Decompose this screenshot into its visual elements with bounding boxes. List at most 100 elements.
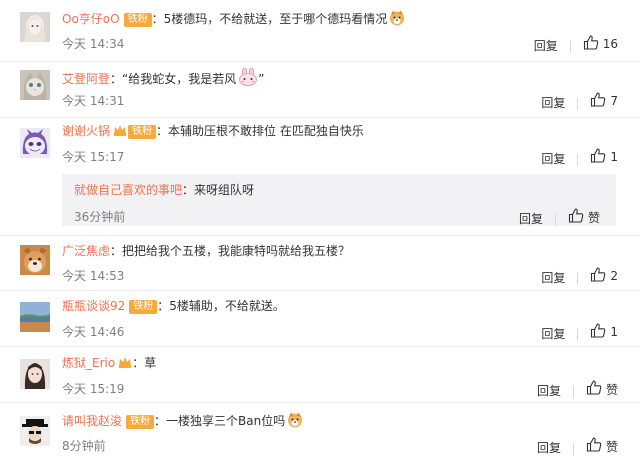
comment-content: 艾登阿登：“给我蛇女，我是若风” — [62, 67, 265, 90]
reply-button[interactable]: 回复 — [537, 382, 561, 399]
reply-button[interactable]: 回复 — [541, 269, 565, 286]
divider — [0, 117, 640, 118]
like-label: 赞 — [587, 210, 600, 225]
comment-actions: 回复 16 — [534, 35, 618, 54]
divider — [577, 272, 579, 285]
divider — [0, 61, 640, 62]
like-count: 1 — [610, 325, 618, 339]
comment-text: 草 — [144, 356, 157, 370]
comment-actions: 回复 赞 — [537, 380, 618, 399]
comment-text: “给我蛇女，我是若风 — [122, 72, 237, 86]
divider — [554, 213, 556, 226]
username[interactable]: 请叫我赵浚 — [62, 414, 122, 428]
comment-time: 今天 14:31 — [62, 94, 125, 108]
comment-time: 今天 15:17 — [62, 150, 125, 164]
comment-content: 炼狱_Erio ：草 — [62, 355, 156, 373]
divider — [572, 385, 574, 398]
avatar[interactable] — [20, 12, 50, 42]
avatar[interactable] — [20, 245, 50, 275]
thumbs-up-icon — [590, 267, 606, 285]
avatar[interactable] — [20, 302, 50, 332]
like-button[interactable]: 赞 — [586, 380, 618, 398]
comment-content: Oo亨仔oO 铁粉 ：5楼德玛，不给就送，至于哪个德玛看情况 — [62, 10, 405, 30]
comment-actions: 回复 1 — [541, 323, 618, 342]
divider — [572, 442, 574, 455]
rabbit-emoji-icon — [238, 67, 258, 90]
like-count: 16 — [602, 37, 618, 51]
divider — [577, 97, 579, 110]
comment-content: 谢谢火锅 铁粉 ：本辅助压根不敢排位 在匹配独自快乐 — [62, 123, 364, 141]
sub-reply-text: 来呀组队呀 — [194, 183, 255, 197]
username[interactable]: Oo亨仔oO — [62, 12, 120, 26]
username[interactable]: 广泛焦虑 — [62, 244, 110, 258]
reply-button[interactable]: 回复 — [537, 439, 561, 456]
reply-button[interactable]: 回复 — [534, 37, 558, 54]
comment-content: 请叫我赵浚 铁粉 ：一楼独享三个Ban位吗 — [62, 412, 303, 432]
divider — [569, 40, 571, 53]
comment-actions: 回复 2 — [541, 267, 618, 286]
thumbs-up-icon — [583, 35, 599, 53]
thumbs-up-icon — [590, 323, 606, 341]
reply-button[interactable]: 回复 — [541, 325, 565, 342]
username[interactable]: 谢谢火锅 — [62, 124, 110, 138]
username[interactable]: 炼狱_Erio — [62, 356, 115, 370]
like-button[interactable]: 赞 — [586, 437, 618, 455]
thumbs-up-icon — [586, 437, 602, 455]
comment-time: 今天 14:46 — [62, 325, 125, 339]
fan-badge[interactable]: 铁粉 — [126, 415, 155, 429]
fan-badge[interactable]: 铁粉 — [129, 300, 158, 314]
thumbs-up-icon — [568, 208, 584, 226]
sub-reply-content: 就做自己喜欢的事吧：来呀组队呀 — [74, 183, 255, 197]
username[interactable]: 瓶瓶谈谈92 — [62, 299, 125, 313]
avatar[interactable] — [20, 416, 50, 446]
reply-button[interactable]: 回复 — [541, 94, 565, 111]
like-label: 赞 — [605, 382, 618, 397]
like-button[interactable]: 7 — [590, 92, 618, 110]
sub-reply-time: 36分钟前 — [74, 210, 126, 224]
comment-text: 一楼独享三个Ban位吗 — [166, 414, 286, 428]
like-button[interactable]: 赞 — [568, 208, 600, 226]
crown-icon[interactable] — [113, 123, 127, 141]
comment-actions: 回复 7 — [541, 92, 618, 111]
thumbs-up-icon — [590, 92, 606, 110]
comment-actions: 回复 1 — [541, 148, 618, 167]
username[interactable]: 艾登阿登 — [62, 72, 110, 86]
comment-time: 今天 14:53 — [62, 269, 125, 283]
divider — [0, 402, 640, 403]
like-button[interactable]: 1 — [590, 148, 618, 166]
comment-time: 今天 14:34 — [62, 37, 125, 51]
divider — [0, 346, 640, 347]
thumbs-up-icon — [590, 148, 606, 166]
sub-reply: 就做自己喜欢的事吧：来呀组队呀 36分钟前 回复 赞 — [62, 174, 616, 226]
avatar[interactable] — [20, 128, 50, 158]
like-button[interactable]: 2 — [590, 267, 618, 285]
comment-content: 瓶瓶谈谈92 铁粉 ：5楼辅助，不给就送。 — [62, 299, 285, 314]
like-label: 赞 — [605, 439, 618, 454]
divider — [0, 235, 640, 236]
divider — [0, 290, 640, 291]
comment-text-tail: ” — [258, 72, 265, 86]
fan-badge[interactable]: 铁粉 — [128, 125, 157, 139]
comment-content: 广泛焦虑：把把给我个五楼，我能康特吗就给我五楼？ — [62, 244, 351, 258]
sub-reply-username[interactable]: 就做自己喜欢的事吧 — [74, 183, 182, 197]
comment-text: 把把给我个五楼，我能康特吗就给我五楼？ — [122, 244, 351, 258]
comment-time: 8分钟前 — [62, 439, 106, 453]
fan-badge[interactable]: 铁粉 — [123, 13, 152, 27]
like-count: 2 — [610, 269, 618, 283]
like-count: 7 — [610, 94, 618, 108]
avatar[interactable] — [20, 359, 50, 389]
thumbs-up-icon — [586, 380, 602, 398]
dog-emoji-icon — [389, 10, 405, 30]
comment-text: 本辅助压根不敢排位 在匹配独自快乐 — [168, 124, 364, 138]
reply-button[interactable]: 回复 — [541, 150, 565, 167]
comment-text: 5楼辅助，不给就送。 — [169, 299, 285, 313]
sub-reply-actions: 回复 赞 — [519, 208, 600, 227]
reply-button[interactable]: 回复 — [519, 210, 543, 227]
like-button[interactable]: 1 — [590, 323, 618, 341]
avatar[interactable] — [20, 70, 50, 100]
crown-icon[interactable] — [118, 355, 132, 373]
divider — [577, 328, 579, 341]
divider — [577, 153, 579, 166]
like-count: 1 — [610, 150, 618, 164]
like-button[interactable]: 16 — [583, 35, 618, 53]
